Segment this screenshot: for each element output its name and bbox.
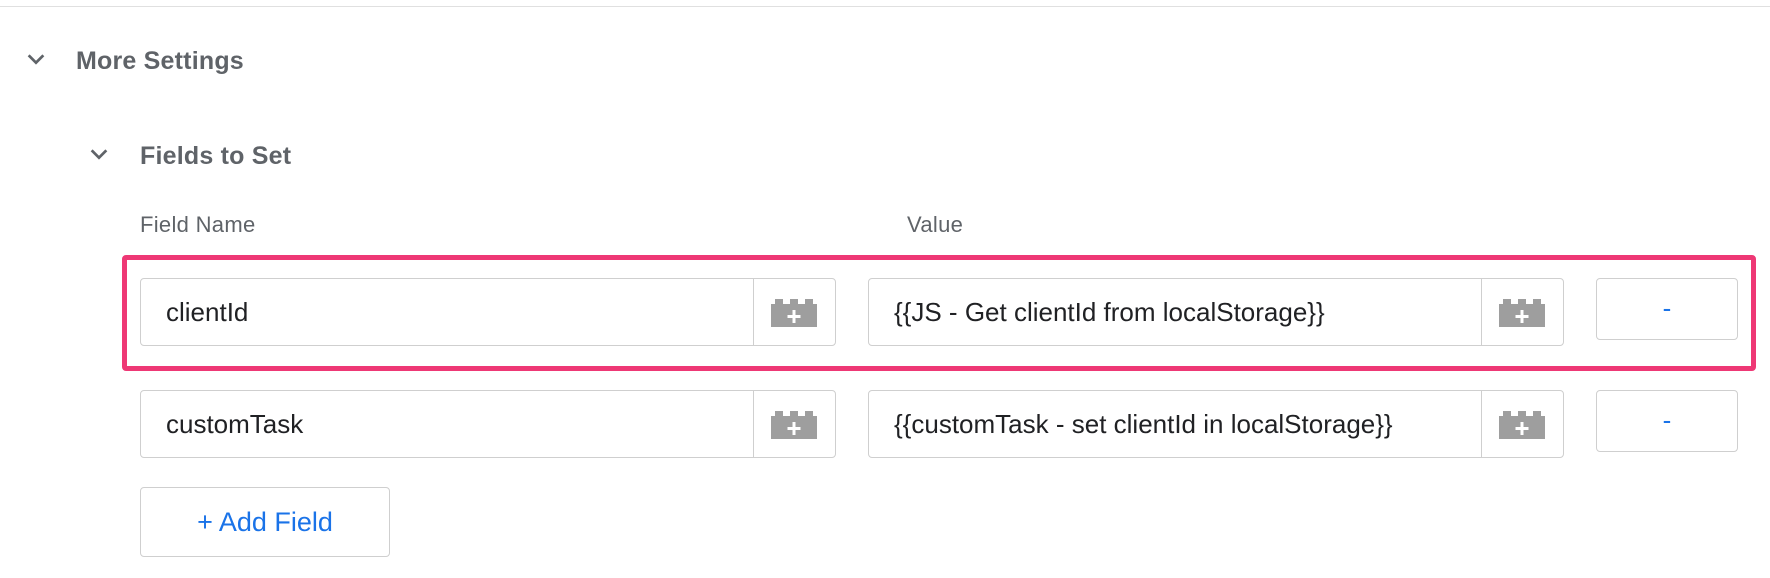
- remove-row-button[interactable]: -: [1596, 278, 1738, 340]
- fields-to-set-chevron-down-icon[interactable]: [88, 143, 110, 165]
- value-input-row-1[interactable]: {{JS - Get clientId from localStorage}}: [868, 278, 1564, 346]
- field-name-value[interactable]: customTask: [166, 391, 751, 457]
- variable-picker-button[interactable]: [753, 279, 835, 345]
- value-input-row-2[interactable]: {{customTask - set clientId in localStor…: [868, 390, 1564, 458]
- add-field-button[interactable]: + Add Field: [140, 487, 390, 557]
- more-settings-label[interactable]: More Settings: [76, 47, 244, 76]
- variable-picker-button[interactable]: [1481, 279, 1563, 345]
- remove-row-button[interactable]: -: [1596, 390, 1738, 452]
- field-name-column-label: Field Name: [140, 212, 256, 237]
- field-name-value[interactable]: clientId: [166, 279, 751, 345]
- field-name-input-row-1[interactable]: clientId: [140, 278, 836, 346]
- value-column-label: Value: [907, 212, 964, 237]
- fields-to-set-label[interactable]: Fields to Set: [140, 142, 291, 171]
- variable-picker-button[interactable]: [1481, 391, 1563, 457]
- variable-picker-icon: [1499, 299, 1545, 327]
- value-value[interactable]: {{customTask - set clientId in localStor…: [894, 391, 1479, 457]
- variable-picker-icon: [771, 299, 817, 327]
- variable-picker-icon: [1499, 411, 1545, 439]
- field-name-input-row-2[interactable]: customTask: [140, 390, 836, 458]
- variable-picker-button[interactable]: [753, 391, 835, 457]
- value-value[interactable]: {{JS - Get clientId from localStorage}}: [894, 279, 1479, 345]
- top-divider: [0, 6, 1770, 7]
- more-settings-chevron-down-icon[interactable]: [25, 48, 47, 70]
- variable-picker-icon: [771, 411, 817, 439]
